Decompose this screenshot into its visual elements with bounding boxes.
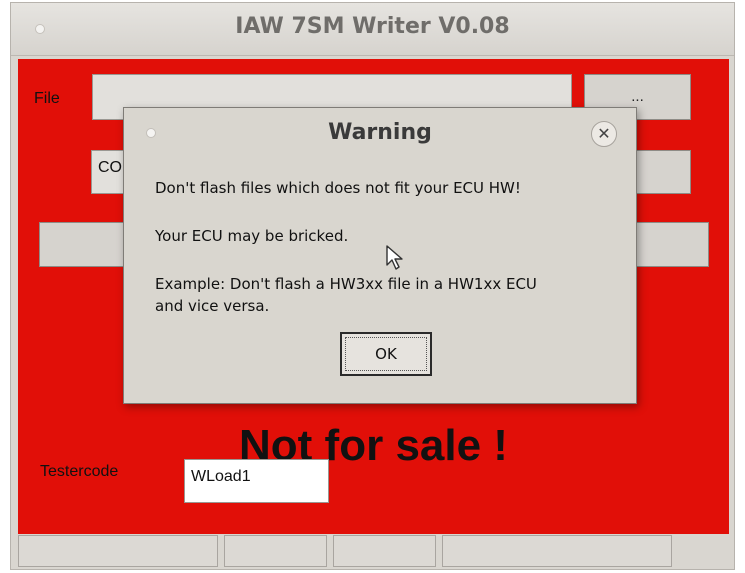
status-segment [442,535,672,567]
warning-message-line: Your ECU may be bricked. [155,227,349,245]
warning-dialog: Warning ✕ Don't flash files which does n… [123,107,637,404]
ok-button-label: OK [345,337,427,371]
dialog-title: Warning [328,120,432,145]
status-segment [333,535,436,567]
warning-message-line: Don't flash files which does not fit you… [155,179,521,197]
ok-button[interactable]: OK [340,332,432,376]
not-for-sale-text: Not for sale ! [239,427,508,463]
window-title: IAW 7SM Writer V0.08 [235,14,510,39]
title-bar[interactable]: IAW 7SM Writer V0.08 [11,3,734,56]
status-bar [18,535,729,569]
warning-message-line: and vice versa. [155,297,270,315]
status-segment [18,535,218,567]
status-segment [224,535,327,567]
mouse-pointer-icon [386,245,404,275]
warning-message-line: Example: Don't flash a HW3xx file in a H… [155,275,537,293]
testercode-input[interactable]: WLoad1 [184,459,329,503]
close-icon[interactable]: ✕ [591,121,617,147]
file-label: File [34,90,60,107]
testercode-label: Testercode [40,463,119,480]
